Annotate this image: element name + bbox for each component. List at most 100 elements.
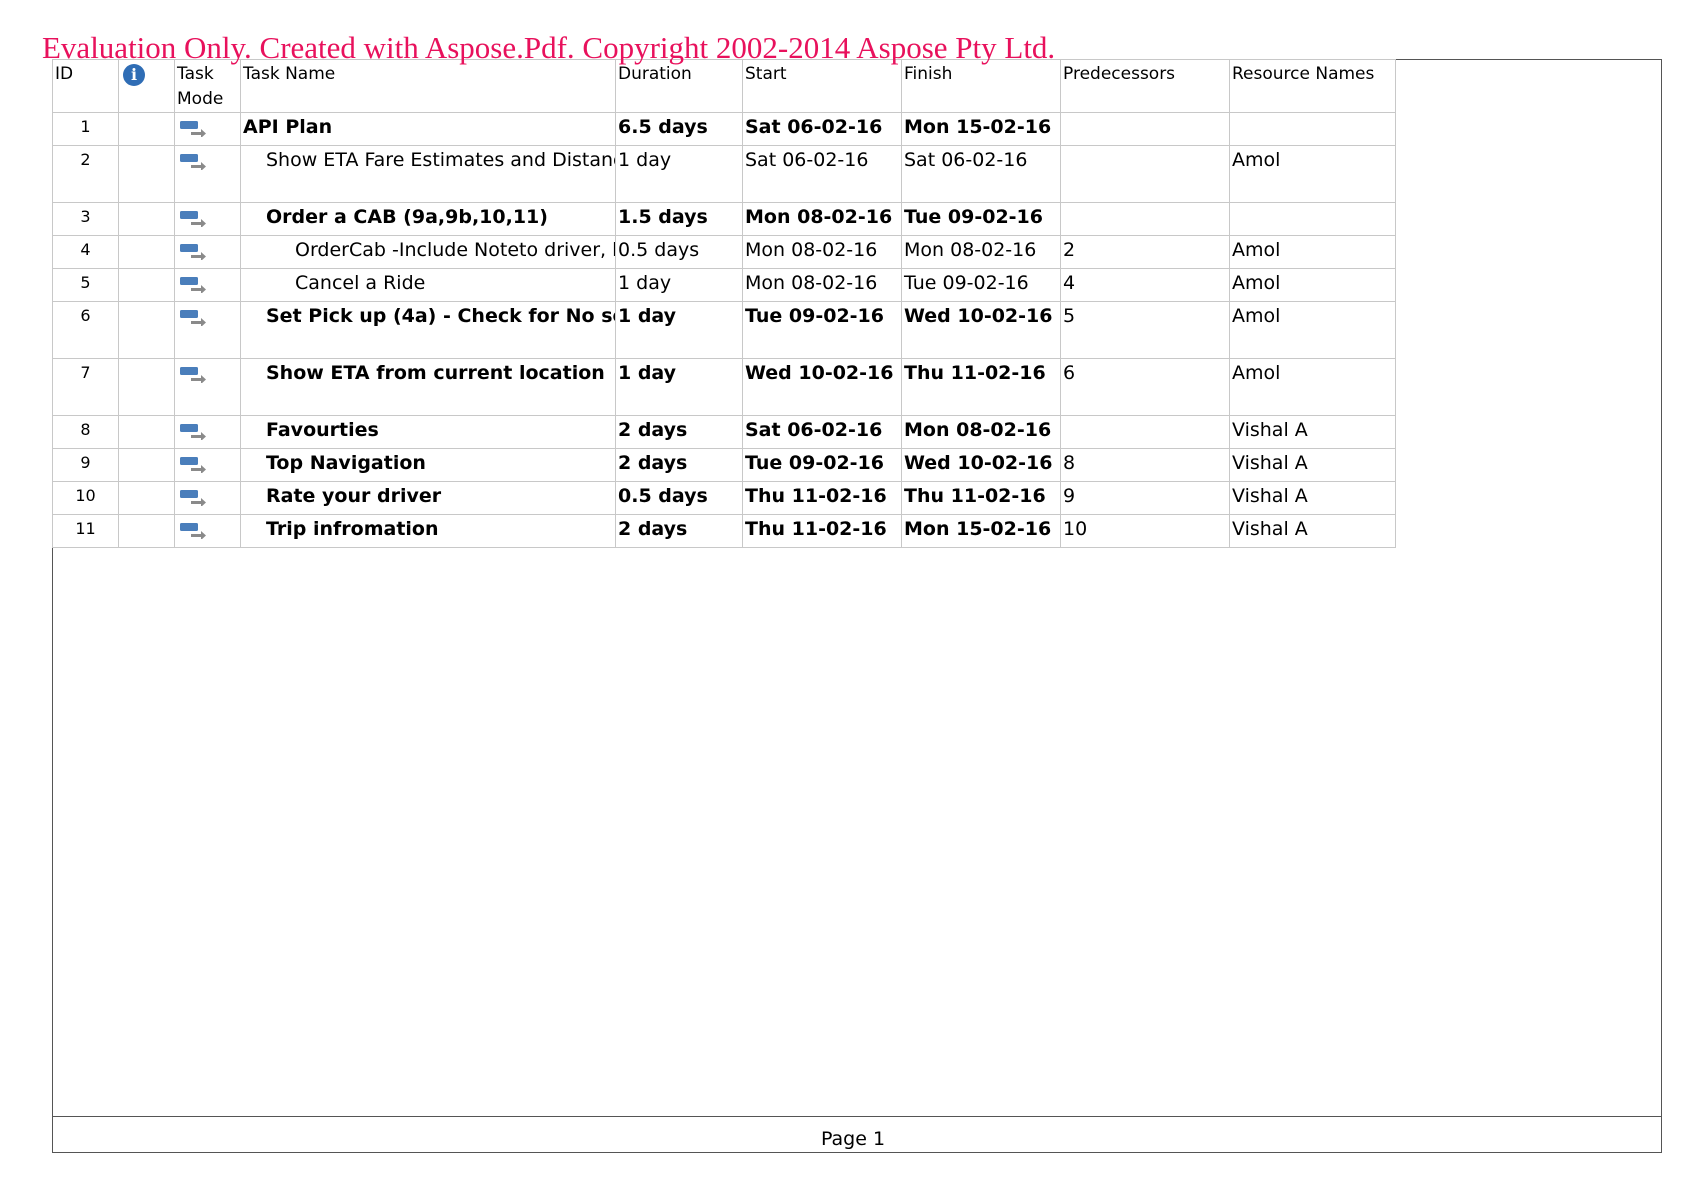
- task-start[interactable]: Wed 10-02-16: [742, 358, 902, 416]
- task-name[interactable]: Set Pick up (4a) - Check for No service …: [240, 301, 616, 359]
- column-header-task-mode[interactable]: Task Mode: [174, 59, 241, 113]
- task-start[interactable]: Sat 06-02-16: [742, 112, 902, 146]
- column-header-task-name[interactable]: Task Name: [240, 59, 616, 113]
- task-finish[interactable]: Thu 11-02-16: [901, 358, 1061, 416]
- task-predecessors[interactable]: 5: [1060, 301, 1230, 359]
- task-mode-cell[interactable]: [174, 112, 241, 146]
- task-duration[interactable]: 0.5 days: [615, 235, 743, 269]
- task-predecessors[interactable]: 2: [1060, 235, 1230, 269]
- task-duration[interactable]: 0.5 days: [615, 481, 743, 515]
- task-name[interactable]: OrderCab -Include Noteto driver, l: [240, 235, 616, 269]
- task-indicator-cell: [118, 235, 175, 269]
- task-duration[interactable]: 2 days: [615, 514, 743, 548]
- task-resource-names[interactable]: Amol: [1229, 145, 1396, 203]
- task-start[interactable]: Thu 11-02-16: [742, 514, 902, 548]
- task-predecessors[interactable]: [1060, 415, 1230, 449]
- task-finish[interactable]: Wed 10-02-16: [901, 301, 1061, 359]
- task-id: 2: [52, 145, 119, 203]
- column-header-id[interactable]: ID: [52, 59, 119, 113]
- task-finish[interactable]: Tue 09-02-16: [901, 202, 1061, 236]
- task-row[interactable]: 1 API Plan 6.5 days Sat 06-02-16 Mon 15-02-1…: [52, 112, 1396, 146]
- task-duration[interactable]: 1 day: [615, 358, 743, 416]
- task-mode-cell[interactable]: [174, 415, 241, 449]
- task-predecessors[interactable]: 9: [1060, 481, 1230, 515]
- task-start[interactable]: Sat 06-02-16: [742, 145, 902, 203]
- task-row[interactable]: 11 Trip infromation 2 days Thu 11-02-16 Mon …: [52, 514, 1396, 548]
- task-row[interactable]: 9 Top Navigation 2 days Tue 09-02-16 Wed 10-…: [52, 448, 1396, 482]
- task-name[interactable]: Top Navigation: [240, 448, 616, 482]
- task-name[interactable]: Order a CAB (9a,9b,10,11): [240, 202, 616, 236]
- task-predecessors[interactable]: 4: [1060, 268, 1230, 302]
- task-start[interactable]: Thu 11-02-16: [742, 481, 902, 515]
- task-name[interactable]: Trip infromation: [240, 514, 616, 548]
- task-finish[interactable]: Mon 08-02-16: [901, 415, 1061, 449]
- task-mode-cell[interactable]: [174, 358, 241, 416]
- task-start[interactable]: Sat 06-02-16: [742, 415, 902, 449]
- task-duration[interactable]: 6.5 days: [615, 112, 743, 146]
- task-name[interactable]: API Plan: [240, 112, 616, 146]
- task-resource-names[interactable]: Amol: [1229, 268, 1396, 302]
- task-mode-cell[interactable]: [174, 448, 241, 482]
- task-name[interactable]: Show ETA from current location: [240, 358, 616, 416]
- task-resource-names[interactable]: Amol: [1229, 358, 1396, 416]
- task-row[interactable]: 7 Show ETA from current location 1 day Wed …: [52, 358, 1396, 416]
- task-mode-cell[interactable]: [174, 268, 241, 302]
- task-finish[interactable]: Mon 15-02-16: [901, 112, 1061, 146]
- task-finish[interactable]: Mon 08-02-16: [901, 235, 1061, 269]
- task-start[interactable]: Mon 08-02-16: [742, 235, 902, 269]
- task-mode-cell[interactable]: [174, 481, 241, 515]
- task-start[interactable]: Mon 08-02-16: [742, 202, 902, 236]
- task-predecessors[interactable]: 6: [1060, 358, 1230, 416]
- task-predecessors[interactable]: [1060, 112, 1230, 146]
- task-duration[interactable]: 1 day: [615, 301, 743, 359]
- task-finish[interactable]: Thu 11-02-16: [901, 481, 1061, 515]
- task-mode-cell[interactable]: [174, 202, 241, 236]
- task-duration[interactable]: 2 days: [615, 448, 743, 482]
- task-start[interactable]: Tue 09-02-16: [742, 301, 902, 359]
- column-header-predecessors[interactable]: Predecessors: [1060, 59, 1230, 113]
- task-name[interactable]: Favourties: [240, 415, 616, 449]
- task-row[interactable]: 2 Show ETA Fare Estimates and Distance(7c…: [52, 145, 1396, 203]
- column-header-indicators[interactable]: i: [118, 59, 175, 113]
- task-resource-names[interactable]: Amol: [1229, 235, 1396, 269]
- column-header-resource-names[interactable]: Resource Names: [1229, 59, 1396, 113]
- task-duration[interactable]: 1 day: [615, 268, 743, 302]
- task-id: 7: [52, 358, 119, 416]
- task-finish[interactable]: Mon 15-02-16: [901, 514, 1061, 548]
- task-mode-cell[interactable]: [174, 514, 241, 548]
- task-duration[interactable]: 2 days: [615, 415, 743, 449]
- task-name[interactable]: Cancel a Ride: [240, 268, 616, 302]
- task-resource-names[interactable]: Vishal A: [1229, 415, 1396, 449]
- task-predecessors[interactable]: 10: [1060, 514, 1230, 548]
- task-resource-names[interactable]: Vishal A: [1229, 481, 1396, 515]
- task-resource-names[interactable]: Amol: [1229, 301, 1396, 359]
- task-finish[interactable]: Sat 06-02-16: [901, 145, 1061, 203]
- task-mode-cell[interactable]: [174, 301, 241, 359]
- task-row[interactable]: 4 OrderCab -Include Noteto driver, l 0.5 d…: [52, 235, 1396, 269]
- task-duration[interactable]: 1.5 days: [615, 202, 743, 236]
- task-resource-names[interactable]: Vishal A: [1229, 448, 1396, 482]
- task-finish[interactable]: Tue 09-02-16: [901, 268, 1061, 302]
- task-resource-names[interactable]: [1229, 112, 1396, 146]
- task-row[interactable]: 3 Order a CAB (9a,9b,10,11) 1.5 days Mon 08…: [52, 202, 1396, 236]
- task-row[interactable]: 8 Favourties 2 days Sat 06-02-16 Mon 08-02-1…: [52, 415, 1396, 449]
- column-header-duration[interactable]: Duration: [615, 59, 743, 113]
- column-header-finish[interactable]: Finish: [901, 59, 1061, 113]
- task-name[interactable]: Show ETA Fare Estimates and Distance(7c): [240, 145, 616, 203]
- task-predecessors[interactable]: 8: [1060, 448, 1230, 482]
- task-resource-names[interactable]: Vishal A: [1229, 514, 1396, 548]
- task-resource-names[interactable]: [1229, 202, 1396, 236]
- task-name[interactable]: Rate your driver: [240, 481, 616, 515]
- task-mode-cell[interactable]: [174, 235, 241, 269]
- column-header-start[interactable]: Start: [742, 59, 902, 113]
- task-duration[interactable]: 1 day: [615, 145, 743, 203]
- task-mode-cell[interactable]: [174, 145, 241, 203]
- task-row[interactable]: 10 Rate your driver 0.5 days Thu 11-02-16 Th…: [52, 481, 1396, 515]
- task-finish[interactable]: Wed 10-02-16: [901, 448, 1061, 482]
- task-row[interactable]: 5 Cancel a Ride 1 day Mon 08-02-16 Tue 09-02…: [52, 268, 1396, 302]
- task-predecessors[interactable]: [1060, 145, 1230, 203]
- task-row[interactable]: 6 Set Pick up (4a) - Check for No service…: [52, 301, 1396, 359]
- task-start[interactable]: Tue 09-02-16: [742, 448, 902, 482]
- task-start[interactable]: Mon 08-02-16: [742, 268, 902, 302]
- task-predecessors[interactable]: [1060, 202, 1230, 236]
